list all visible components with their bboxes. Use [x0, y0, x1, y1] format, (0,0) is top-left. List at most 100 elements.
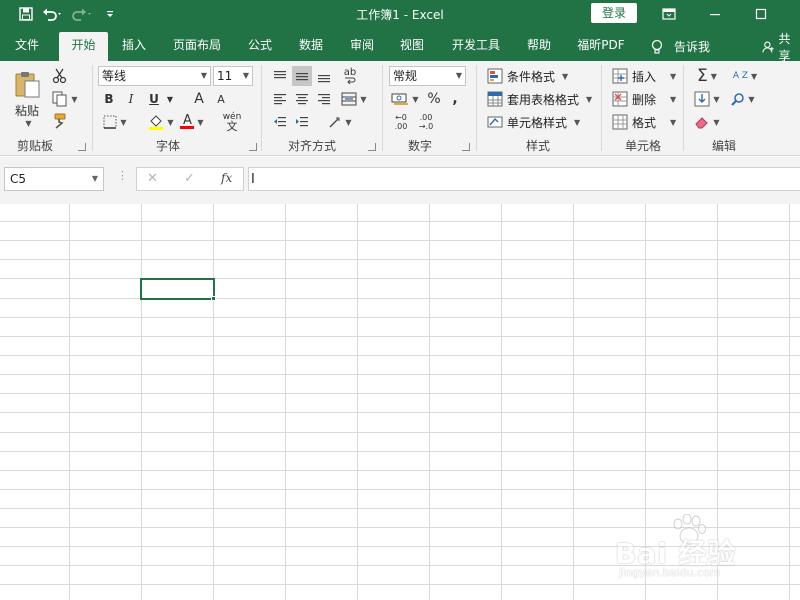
row-gridline	[0, 432, 800, 433]
decrease-decimal-button[interactable]: .00 →.0	[414, 112, 438, 132]
customize-qat-icon[interactable]	[98, 3, 122, 25]
ribbon-display-options-icon[interactable]	[646, 0, 692, 28]
format-cells-icon	[612, 114, 628, 130]
bottom-align-icon[interactable]	[314, 66, 334, 86]
middle-align-icon[interactable]	[292, 66, 312, 86]
underline-button[interactable]: U	[145, 90, 163, 108]
tab-formulas[interactable]: 公式	[238, 32, 282, 61]
fill-color-button[interactable]: ▼	[144, 113, 178, 131]
orientation-button[interactable]: ▼	[326, 113, 354, 131]
increase-indent-icon[interactable]	[292, 113, 312, 131]
tab-developer[interactable]: 开发工具	[444, 32, 508, 61]
tab-foxit-pdf[interactable]: 福昕PDF	[570, 32, 632, 61]
font-name-combo[interactable]: 等线 ▼	[98, 66, 211, 86]
tab-view[interactable]: 视图	[390, 32, 434, 61]
column-gridline	[789, 204, 790, 600]
login-button[interactable]: 登录	[591, 3, 637, 23]
formula-bar-grip[interactable]: ⋮	[117, 169, 128, 182]
increase-decimal-button[interactable]: ←0 .00	[389, 112, 413, 132]
alignment-launcher-icon[interactable]	[368, 143, 376, 151]
title-bar: 工作簿1 - Excel 登录	[0, 0, 800, 28]
grow-font-button[interactable]: A	[190, 90, 208, 108]
tab-home[interactable]: 开始	[59, 32, 108, 61]
undo-icon[interactable]	[38, 3, 68, 25]
insert-cells-label: 插入	[632, 69, 657, 84]
wrap-text-button[interactable]: ab	[340, 66, 360, 86]
wrap-text-glyph: ab	[343, 67, 357, 78]
format-cells-button[interactable]: 格式 ▼	[612, 112, 676, 132]
redo-icon[interactable]	[68, 3, 98, 25]
comma-style-button[interactable]: ,	[446, 90, 464, 108]
tab-insert[interactable]: 插入	[112, 32, 156, 61]
sort-filter-button[interactable]: A Z ▼	[728, 66, 762, 86]
formula-input[interactable]: I	[248, 167, 800, 191]
font-launcher-icon[interactable]	[249, 143, 257, 151]
phonetic-guide-button[interactable]: wén 文	[218, 111, 246, 133]
font-color-swatch	[180, 126, 195, 129]
align-right-icon[interactable]	[314, 90, 334, 108]
align-center-icon[interactable]	[292, 90, 312, 108]
copy-button[interactable]: ▼	[50, 90, 80, 108]
clear-button[interactable]: ▼	[690, 112, 724, 132]
autosum-button[interactable]: Σ ▼	[690, 66, 724, 86]
row-gridline	[0, 221, 800, 222]
enter-entry-button[interactable]: ✓	[184, 171, 195, 186]
fill-handle[interactable]	[211, 296, 216, 301]
tab-help[interactable]: 帮助	[517, 32, 561, 61]
paste-button[interactable]: 粘贴 ▼	[10, 67, 44, 131]
percent-style-button[interactable]: %	[424, 90, 444, 108]
person-icon	[762, 41, 774, 52]
cell-styles-button[interactable]: 单元格样式 ▼	[487, 112, 580, 132]
clipboard-launcher-icon[interactable]	[78, 143, 86, 151]
insert-cells-button[interactable]: 插入 ▼	[612, 66, 676, 86]
tell-me-search[interactable]: 告诉我	[650, 32, 710, 61]
borders-button[interactable]: ▼	[100, 113, 130, 131]
decrease-indent-icon[interactable]	[270, 113, 290, 131]
tab-data[interactable]: 数据	[289, 32, 333, 61]
delete-cells-button[interactable]: 删除 ▼	[612, 89, 676, 109]
top-align-icon[interactable]	[270, 66, 290, 86]
format-as-table-button[interactable]: 套用表格格式 ▼	[487, 89, 592, 109]
insert-cells-icon	[612, 68, 628, 84]
tab-file[interactable]: 文件	[4, 32, 50, 61]
column-gridline	[285, 204, 286, 600]
tab-review[interactable]: 审阅	[340, 32, 384, 61]
number-launcher-icon[interactable]	[462, 143, 470, 151]
conditional-formatting-button[interactable]: 条件格式 ▼	[487, 66, 568, 86]
maximize-icon[interactable]	[738, 0, 784, 28]
italic-button[interactable]: I	[122, 90, 140, 108]
font-name-value: 等线	[102, 69, 127, 83]
tab-page-layout[interactable]: 页面布局	[166, 32, 228, 61]
fill-down-icon	[694, 91, 710, 107]
increase-decimal-top: ←0	[395, 113, 407, 122]
bold-button[interactable]: B	[100, 90, 118, 108]
number-format-combo[interactable]: 常规 ▼	[389, 66, 466, 86]
group-separator	[382, 65, 383, 151]
font-color-button[interactable]: A ▼	[176, 113, 208, 131]
accounting-format-button[interactable]: ▼	[389, 90, 421, 108]
underline-dropdown-icon[interactable]: ▼	[165, 90, 175, 108]
align-left-icon[interactable]	[270, 90, 290, 108]
column-gridline	[573, 204, 574, 600]
decrease-decimal-bottom: →.0	[418, 122, 434, 131]
row-gridline	[0, 489, 800, 490]
row-gridline	[0, 240, 800, 241]
save-icon[interactable]	[14, 3, 38, 25]
active-cell[interactable]	[140, 278, 215, 300]
shrink-font-button[interactable]: A	[212, 90, 230, 108]
minimize-icon[interactable]	[692, 0, 738, 28]
cancel-entry-button[interactable]: ✕	[147, 171, 158, 186]
insert-function-button[interactable]: fx	[221, 171, 232, 185]
column-gridline	[213, 204, 214, 600]
format-painter-icon[interactable]	[50, 112, 70, 130]
merge-center-button[interactable]: ▼	[338, 90, 370, 108]
column-gridline	[357, 204, 358, 600]
find-select-button[interactable]: ▼	[728, 89, 758, 109]
group-separator	[92, 65, 93, 151]
cut-icon[interactable]	[50, 67, 70, 85]
share-button[interactable]: 共享	[762, 32, 800, 63]
name-box[interactable]: C5 ▼	[4, 167, 104, 191]
fill-button[interactable]: ▼	[690, 89, 724, 109]
font-size-combo[interactable]: 11 ▼	[213, 66, 253, 86]
sort-glyph: A Z	[732, 71, 749, 81]
